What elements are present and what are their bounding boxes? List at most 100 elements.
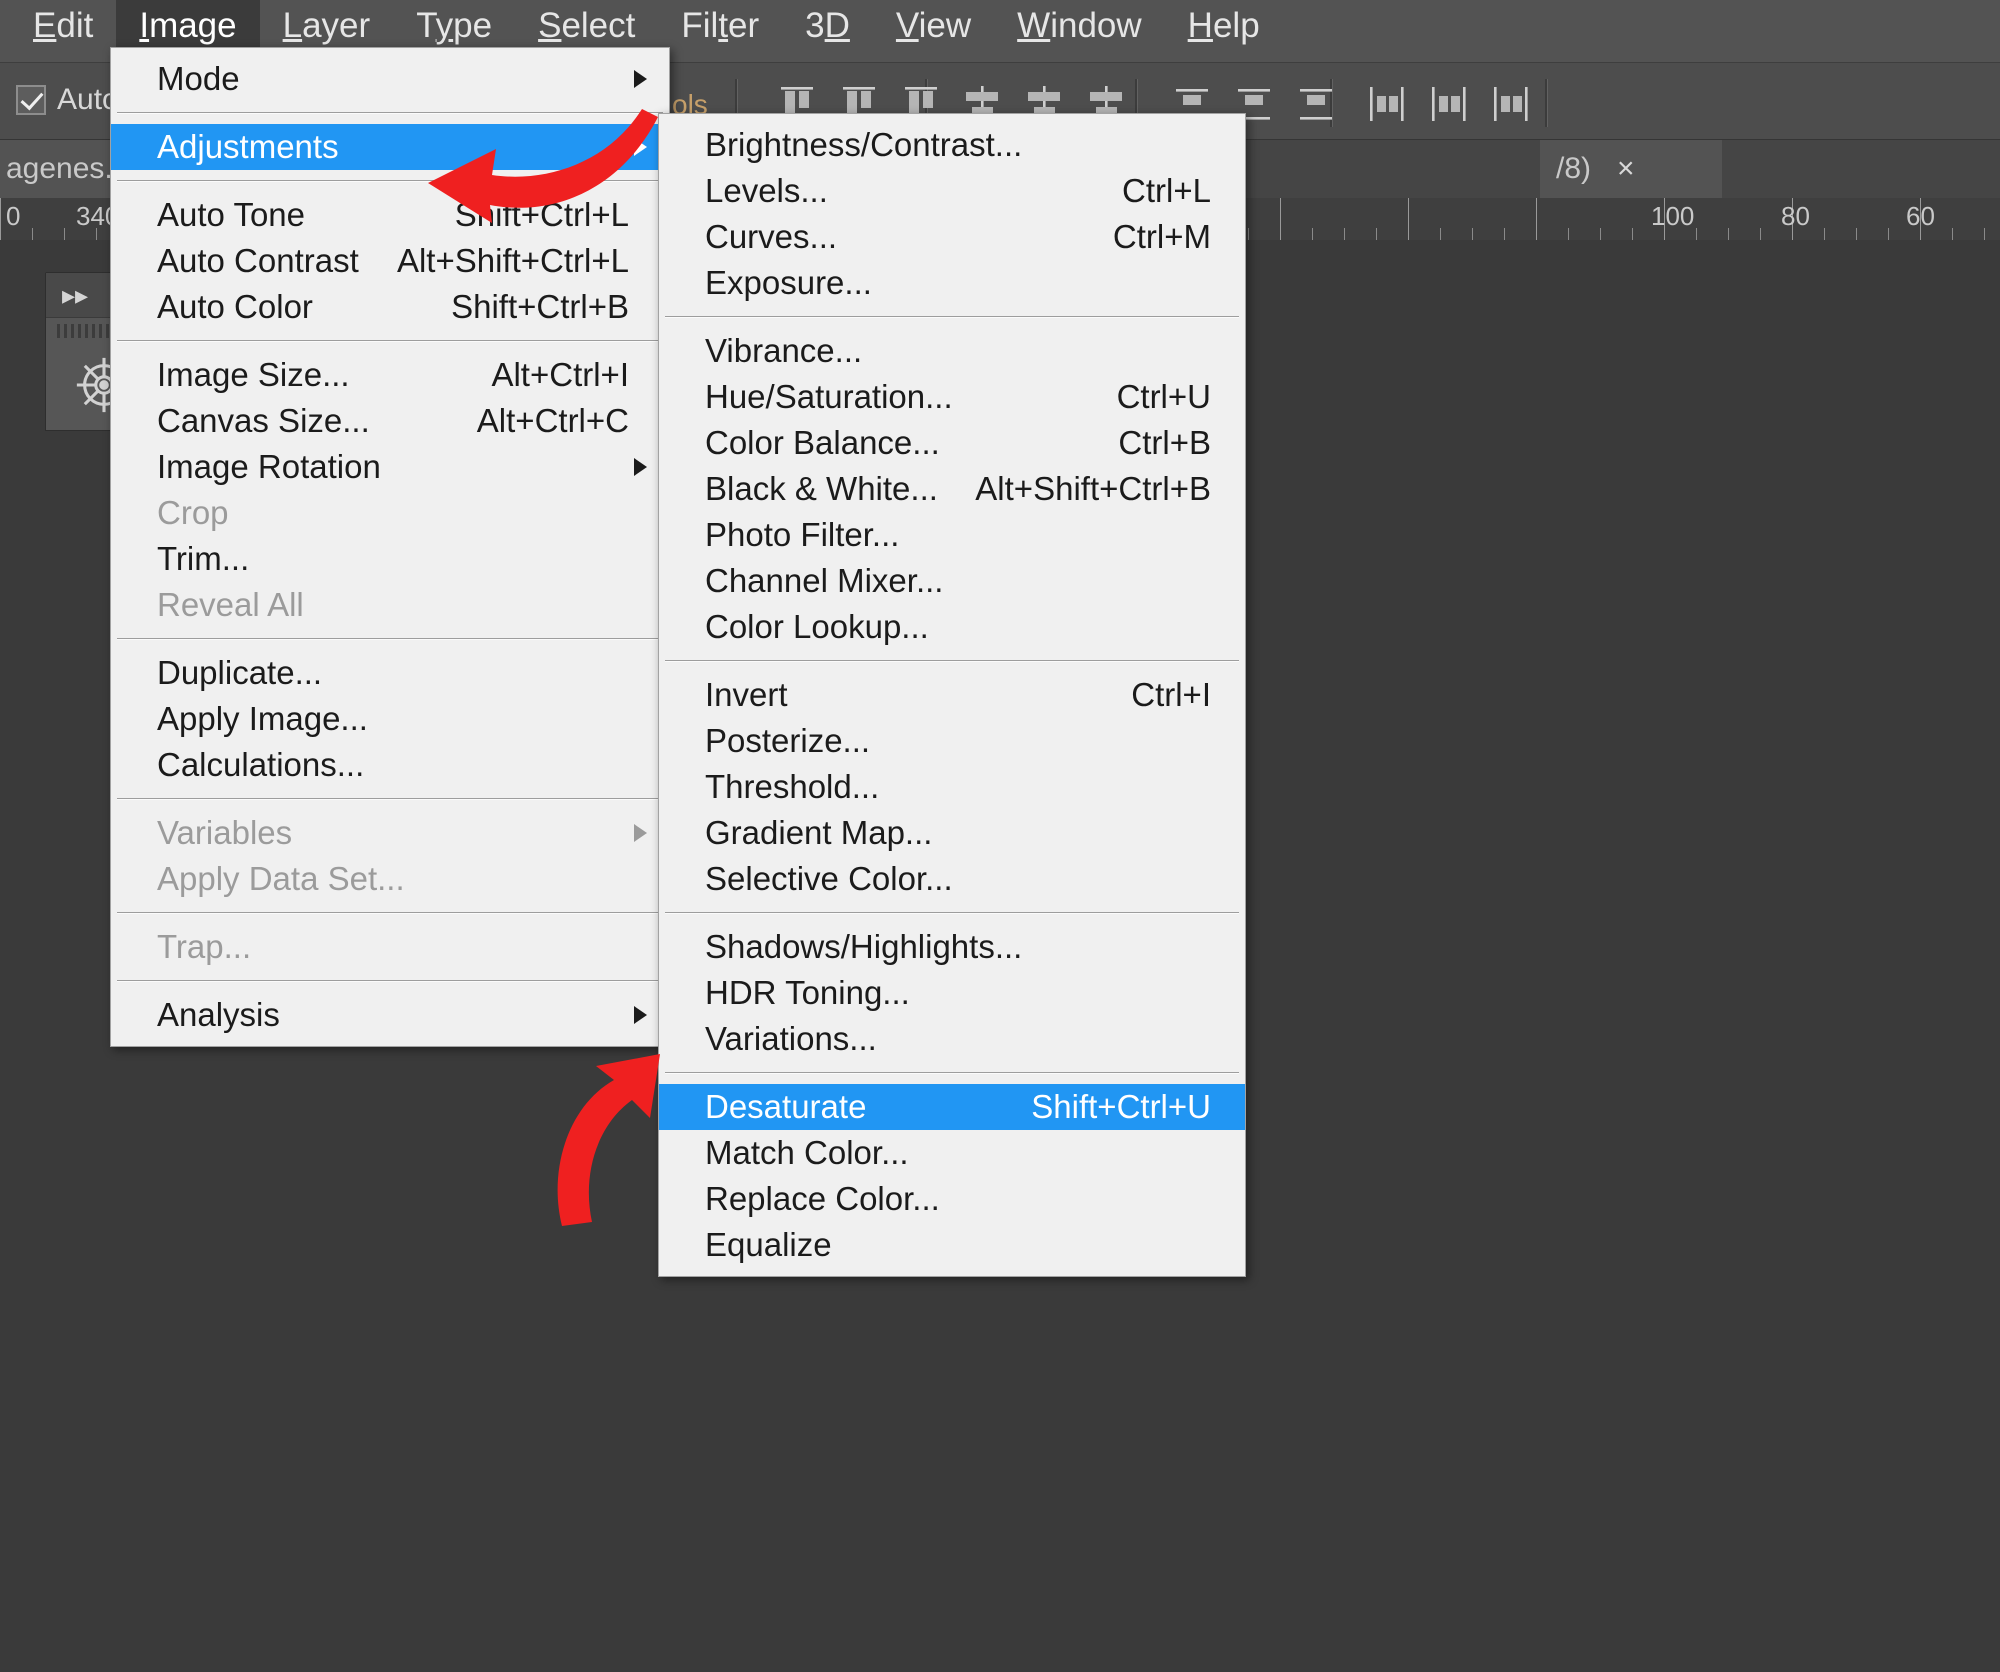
menu-item-label: Analysis bbox=[157, 996, 280, 1033]
menu-item-label: Curves... bbox=[705, 218, 838, 255]
menu-item-gradient-map[interactable]: Gradient Map... bbox=[659, 810, 1245, 856]
menu-item-posterize[interactable]: Posterize... bbox=[659, 718, 1245, 764]
menu-item-equalize[interactable]: Equalize bbox=[659, 1222, 1245, 1268]
menu-item-label: Selective Color... bbox=[705, 860, 953, 897]
menu-item-variations[interactable]: Variations... bbox=[659, 1016, 1245, 1062]
menu-item-shortcut: Ctrl+U bbox=[1116, 378, 1211, 415]
ruler-tick bbox=[1248, 228, 1249, 240]
menu-item-label: Hue/Saturation... bbox=[705, 378, 953, 415]
menu-padding bbox=[659, 1268, 1245, 1276]
menu-item-label: Reveal All bbox=[157, 586, 304, 623]
menubar-item-3d[interactable]: 3D bbox=[782, 0, 873, 55]
menu-item-canvas-size[interactable]: Canvas Size... Alt+Ctrl+C bbox=[111, 398, 669, 444]
menubar-item-window[interactable]: Window bbox=[994, 0, 1165, 55]
menu-item-match-color[interactable]: Match Color... bbox=[659, 1130, 1245, 1176]
menu-item-label: Channel Mixer... bbox=[705, 562, 944, 599]
menu-item-calculations[interactable]: Calculations... bbox=[111, 742, 669, 788]
adjustments-submenu-dropdown[interactable]: Brightness/Contrast... Levels... Ctrl+L Cur… bbox=[658, 113, 1246, 1277]
menubar-item-edit[interactable]: Edit bbox=[10, 0, 116, 55]
ruler-tick bbox=[1440, 228, 1441, 240]
distribute-bottom-edges-icon[interactable] bbox=[1294, 83, 1338, 125]
menu-item-shortcut: Ctrl+I bbox=[1131, 676, 1211, 713]
close-icon[interactable]: × bbox=[1617, 152, 1635, 186]
menu-separator bbox=[665, 912, 1239, 914]
menu-item-color-lookup[interactable]: Color Lookup... bbox=[659, 604, 1245, 650]
menu-item-trim[interactable]: Trim... bbox=[111, 536, 669, 582]
menubar-item-filter[interactable]: Filter bbox=[658, 0, 782, 55]
ruler-tick bbox=[1344, 228, 1345, 240]
menu-item-label: Apply Data Set... bbox=[157, 860, 405, 897]
menu-item-brightness-contrast[interactable]: Brightness/Contrast... bbox=[659, 122, 1245, 168]
menu-item-color-balance[interactable]: Color Balance... Ctrl+B bbox=[659, 420, 1245, 466]
menu-item-label: Mode bbox=[157, 60, 240, 97]
ruler-tick bbox=[1952, 228, 1953, 240]
menu-item-channel-mixer[interactable]: Channel Mixer... bbox=[659, 558, 1245, 604]
checkbox-checked-icon bbox=[16, 85, 46, 115]
menu-item-apply-image[interactable]: Apply Image... bbox=[111, 696, 669, 742]
menu-item-selective-color[interactable]: Selective Color... bbox=[659, 856, 1245, 902]
menu-item-label: Trap... bbox=[157, 928, 252, 965]
menu-item-hue-saturation[interactable]: Hue/Saturation... Ctrl+U bbox=[659, 374, 1245, 420]
ruler-label: 80 bbox=[1781, 201, 1810, 231]
menubar-item-help[interactable]: Help bbox=[1165, 0, 1283, 55]
menu-item-duplicate[interactable]: Duplicate... bbox=[111, 650, 669, 696]
menubar-item-view[interactable]: View bbox=[873, 0, 994, 55]
menu-item-auto-contrast[interactable]: Auto Contrast Alt+Shift+Ctrl+L bbox=[111, 238, 669, 284]
chevron-right-icon bbox=[634, 824, 647, 842]
menu-item-label: Variations... bbox=[705, 1020, 877, 1057]
distribute-left-edges-icon[interactable] bbox=[1365, 83, 1409, 125]
menu-item-image-size[interactable]: Image Size... Alt+Ctrl+I bbox=[111, 352, 669, 398]
distribute-horizontal-centers-icon[interactable] bbox=[1427, 83, 1471, 125]
menu-item-adjustments[interactable]: Adjustments bbox=[111, 124, 669, 170]
menu-item-label: Canvas Size... bbox=[157, 402, 370, 439]
ruler-tick bbox=[1280, 198, 1281, 240]
menubar-item-label: Image bbox=[139, 5, 237, 45]
ruler-tick bbox=[1696, 228, 1697, 240]
ruler-tick bbox=[1600, 228, 1601, 240]
menu-item-image-rotation[interactable]: Image Rotation bbox=[111, 444, 669, 490]
menu-item-auto-tone[interactable]: Auto Tone Shift+Ctrl+L bbox=[111, 192, 669, 238]
menu-item-label: Auto Tone bbox=[157, 196, 306, 233]
menu-item-label: Brightness/Contrast... bbox=[705, 126, 1023, 163]
ruler-label: 0 bbox=[6, 201, 21, 231]
menu-item-label: Auto Color bbox=[157, 288, 313, 325]
menu-item-label: Levels... bbox=[705, 172, 828, 209]
menu-item-label: Gradient Map... bbox=[705, 814, 933, 851]
menu-item-shortcut: Alt+Ctrl+I bbox=[491, 356, 629, 393]
menu-item-label: Desaturate bbox=[705, 1088, 867, 1125]
menu-item-black-white[interactable]: Black & White... Alt+Shift+Ctrl+B bbox=[659, 466, 1245, 512]
menu-item-reveal-all: Reveal All bbox=[111, 582, 669, 628]
menu-item-hdr-toning[interactable]: HDR Toning... bbox=[659, 970, 1245, 1016]
menu-item-replace-color[interactable]: Replace Color... bbox=[659, 1176, 1245, 1222]
menu-item-shortcut: Ctrl+L bbox=[1122, 172, 1211, 209]
ruler-tick bbox=[1888, 228, 1889, 240]
ruler-tick bbox=[1728, 228, 1729, 240]
menu-item-label: Adjustments bbox=[157, 128, 339, 165]
image-menu-dropdown[interactable]: Mode Adjustments Auto Tone Shift+Ctrl+L Auto… bbox=[110, 47, 670, 1047]
menu-item-threshold[interactable]: Threshold... bbox=[659, 764, 1245, 810]
menu-item-label: Match Color... bbox=[705, 1134, 909, 1171]
menu-item-auto-color[interactable]: Auto Color Shift+Ctrl+B bbox=[111, 284, 669, 330]
menu-item-curves[interactable]: Curves... Ctrl+M bbox=[659, 214, 1245, 260]
menu-item-label: Invert bbox=[705, 676, 788, 713]
menu-item-vibrance[interactable]: Vibrance... bbox=[659, 328, 1245, 374]
menu-separator bbox=[117, 798, 663, 800]
menu-item-label: Shadows/Highlights... bbox=[705, 928, 1023, 965]
menu-item-trap: Trap... bbox=[111, 924, 669, 970]
menu-item-levels[interactable]: Levels... Ctrl+L bbox=[659, 168, 1245, 214]
menu-item-mode[interactable]: Mode bbox=[111, 56, 669, 102]
document-tab-right[interactable]: /8) × bbox=[1540, 140, 1722, 198]
menu-item-exposure[interactable]: Exposure... bbox=[659, 260, 1245, 306]
menu-item-shadows-highlights[interactable]: Shadows/Highlights... bbox=[659, 924, 1245, 970]
menu-item-shortcut: Ctrl+B bbox=[1118, 424, 1211, 461]
menu-item-analysis[interactable]: Analysis bbox=[111, 992, 669, 1038]
menu-item-shortcut: Alt+Ctrl+C bbox=[476, 402, 629, 439]
menu-item-photo-filter[interactable]: Photo Filter... bbox=[659, 512, 1245, 558]
menu-item-invert[interactable]: Invert Ctrl+I bbox=[659, 672, 1245, 718]
ruler-tick bbox=[1824, 228, 1825, 240]
menu-item-desaturate[interactable]: Desaturate Shift+Ctrl+U bbox=[659, 1084, 1245, 1130]
expand-collapse-icon[interactable]: ▸▸ bbox=[62, 280, 88, 311]
menu-item-label: Color Lookup... bbox=[705, 608, 929, 645]
menu-item-shortcut: Alt+Shift+Ctrl+L bbox=[396, 242, 629, 279]
distribute-right-edges-icon[interactable] bbox=[1489, 83, 1533, 125]
